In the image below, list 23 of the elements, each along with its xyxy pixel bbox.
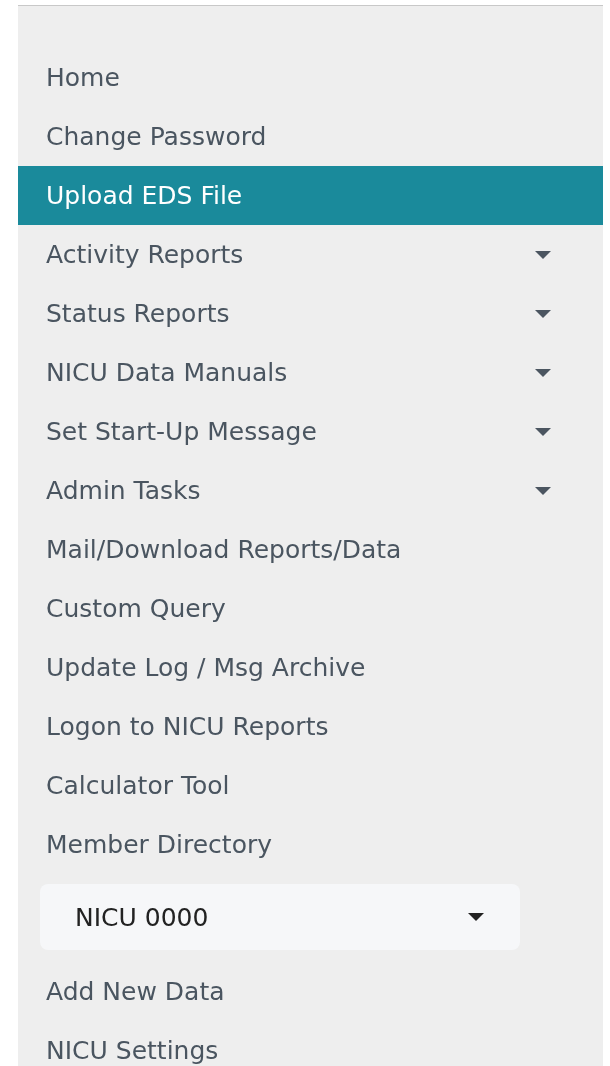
nicu-select[interactable]: NICU 0000: [40, 884, 520, 950]
menu-item[interactable]: Update Log / Msg Archive: [18, 638, 603, 697]
menu-item[interactable]: NICU Settings: [18, 1021, 603, 1066]
menu-item[interactable]: Status Reports: [18, 284, 603, 343]
menu-item[interactable]: Calculator Tool: [18, 756, 603, 815]
caret-icon: [535, 427, 551, 436]
caret-icon: [535, 486, 551, 495]
menu-item[interactable]: Upload EDS File: [18, 166, 603, 225]
menu-item[interactable]: Mail/Download Reports/Data: [18, 520, 603, 579]
caret-icon: [535, 309, 551, 318]
menu-item[interactable]: NICU Data Manuals: [18, 343, 603, 402]
menu-item[interactable]: Admin Tasks: [18, 461, 603, 520]
caret-icon: [468, 913, 484, 921]
menu-item[interactable]: Set Start-Up Message: [18, 402, 603, 461]
caret-icon: [535, 368, 551, 377]
menu-item[interactable]: Add New Data: [18, 962, 603, 1021]
menu-item[interactable]: Custom Query: [18, 579, 603, 638]
menu-item[interactable]: Home: [18, 48, 603, 107]
menu-item[interactable]: Logon to NICU Reports: [18, 697, 603, 756]
caret-icon: [535, 250, 551, 259]
menu-item[interactable]: Member Directory: [18, 815, 603, 874]
menu-item[interactable]: Activity Reports: [18, 225, 603, 284]
menu-item[interactable]: Change Password: [18, 107, 603, 166]
